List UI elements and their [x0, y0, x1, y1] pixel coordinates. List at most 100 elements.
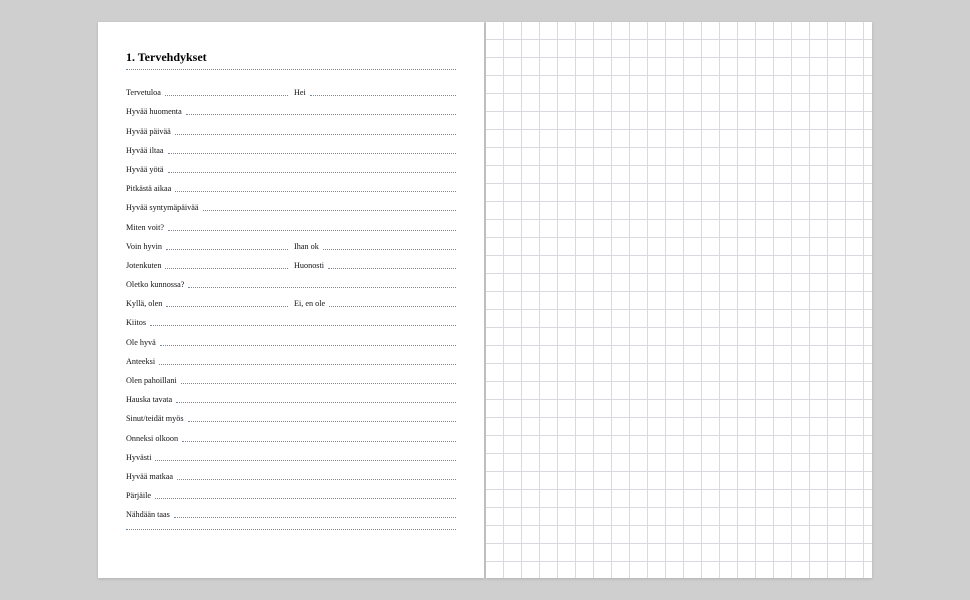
word-cell: Voin hyvin: [126, 242, 288, 253]
word-cell: Jotenkuten: [126, 261, 288, 272]
word-label: Huonosti: [294, 261, 324, 272]
word-cell: Tervetuloa: [126, 88, 288, 99]
heading-underline: [126, 69, 456, 70]
right-page-grid: [486, 22, 872, 578]
notebook-spread: 1. Tervehdykset TervetuloaHeiHyvää huome…: [98, 22, 872, 578]
word-cell: Hyvästi: [126, 453, 456, 464]
word-row: Hyvää yötä: [126, 157, 456, 176]
word-label: Miten voit?: [126, 223, 164, 234]
word-cell: Sinut/teidät myös: [126, 414, 456, 425]
word-row: Hyvästi: [126, 445, 456, 464]
word-row: Onneksi olkoon: [126, 425, 456, 444]
word-row: Olen pahoillani: [126, 368, 456, 387]
word-cell: Hauska tavata: [126, 395, 456, 406]
word-list: TervetuloaHeiHyvää huomentaHyvää päivääH…: [126, 80, 456, 521]
word-cell: Anteeksi: [126, 357, 456, 368]
word-cell: Nähdään taas: [126, 510, 456, 521]
blank-line: [166, 249, 288, 250]
word-row: Jotenkuten Huonosti: [126, 253, 456, 272]
word-label: Hyvää syntymäpäivää: [126, 203, 199, 214]
word-cell: Hyvää matkaa: [126, 472, 456, 483]
word-row: Miten voit?: [126, 214, 456, 233]
word-label: Ole hyvä: [126, 338, 156, 349]
blank-line: [168, 153, 456, 154]
word-label: Hyvää huomenta: [126, 107, 182, 118]
word-row: Pitkästä aikaa: [126, 176, 456, 195]
word-label: Hyvästi: [126, 453, 151, 464]
blank-line: [328, 268, 456, 269]
word-row: Kyllä, olen Ei, en ole: [126, 291, 456, 310]
word-row: Hyvää iltaa: [126, 138, 456, 157]
word-cell: Hyvää yötä: [126, 165, 456, 176]
word-cell: Miten voit?: [126, 223, 456, 234]
word-label: Pärjäile: [126, 491, 151, 502]
blank-line: [165, 268, 288, 269]
blank-line: [168, 230, 456, 231]
word-row: Oletko kunnossa?: [126, 272, 456, 291]
word-row: Hyvää syntymäpäivää: [126, 195, 456, 214]
word-cell: Hyvää syntymäpäivää: [126, 203, 456, 214]
word-cell: Hyvää iltaa: [126, 146, 456, 157]
blank-line: [168, 172, 456, 173]
blank-line: [310, 95, 456, 96]
blank-line: [165, 95, 288, 96]
word-label: Ei, en ole: [294, 299, 325, 310]
word-cell: Pärjäile: [126, 491, 456, 502]
word-label: Hyvää matkaa: [126, 472, 173, 483]
word-label: Ihan ok: [294, 242, 319, 253]
blank-line: [174, 517, 456, 518]
word-row: Hyvää huomenta: [126, 99, 456, 118]
word-cell: Hyvää päivää: [126, 127, 456, 138]
word-label: Hyvää iltaa: [126, 146, 164, 157]
word-label: Onneksi olkoon: [126, 434, 178, 445]
word-row: Ole hyvä: [126, 329, 456, 348]
word-label: Voin hyvin: [126, 242, 162, 253]
word-cell: Olen pahoillani: [126, 376, 456, 387]
word-cell: Kiitos: [126, 318, 456, 329]
blank-line: [155, 460, 456, 461]
blank-line: [175, 134, 456, 135]
blank-line: [159, 364, 456, 365]
word-row: Hauska tavata: [126, 387, 456, 406]
word-cell: Huonosti: [294, 261, 456, 272]
word-label: Hyvää päivää: [126, 127, 171, 138]
word-label: Kyllä, olen: [126, 299, 162, 310]
blank-line: [150, 325, 456, 326]
bottom-rule: [126, 529, 456, 530]
blank-line: [188, 287, 456, 288]
blank-line: [177, 479, 456, 480]
word-label: Tervetuloa: [126, 88, 161, 99]
word-cell: Kyllä, olen: [126, 299, 288, 310]
blank-line: [166, 306, 288, 307]
section-heading: 1. Tervehdykset: [126, 50, 456, 65]
word-label: Kiitos: [126, 318, 146, 329]
blank-line: [323, 249, 456, 250]
word-cell: Oletko kunnossa?: [126, 280, 456, 291]
word-cell: Ole hyvä: [126, 338, 456, 349]
blank-line: [203, 210, 456, 211]
blank-line: [181, 383, 456, 384]
word-row: Kiitos: [126, 310, 456, 329]
blank-line: [175, 191, 456, 192]
word-label: Oletko kunnossa?: [126, 280, 184, 291]
word-label: Hauska tavata: [126, 395, 172, 406]
word-row: Sinut/teidät myös: [126, 406, 456, 425]
word-cell: Hyvää huomenta: [126, 107, 456, 118]
blank-line: [186, 114, 456, 115]
word-row: Pärjäile: [126, 483, 456, 502]
word-cell: Ei, en ole: [294, 299, 456, 310]
blank-line: [160, 345, 456, 346]
blank-line: [176, 402, 456, 403]
word-label: Sinut/teidät myös: [126, 414, 184, 425]
word-label: Jotenkuten: [126, 261, 161, 272]
left-page: 1. Tervehdykset TervetuloaHeiHyvää huome…: [98, 22, 484, 578]
word-row: Nähdään taas: [126, 502, 456, 521]
word-label: Hyvää yötä: [126, 165, 164, 176]
word-row: Voin hyvin Ihan ok: [126, 234, 456, 253]
blank-line: [329, 306, 456, 307]
blank-line: [155, 498, 456, 499]
word-row: Hyvää päivää: [126, 118, 456, 137]
word-cell: Ihan ok: [294, 242, 456, 253]
word-cell: Pitkästä aikaa: [126, 184, 456, 195]
word-row: Hyvää matkaa: [126, 464, 456, 483]
